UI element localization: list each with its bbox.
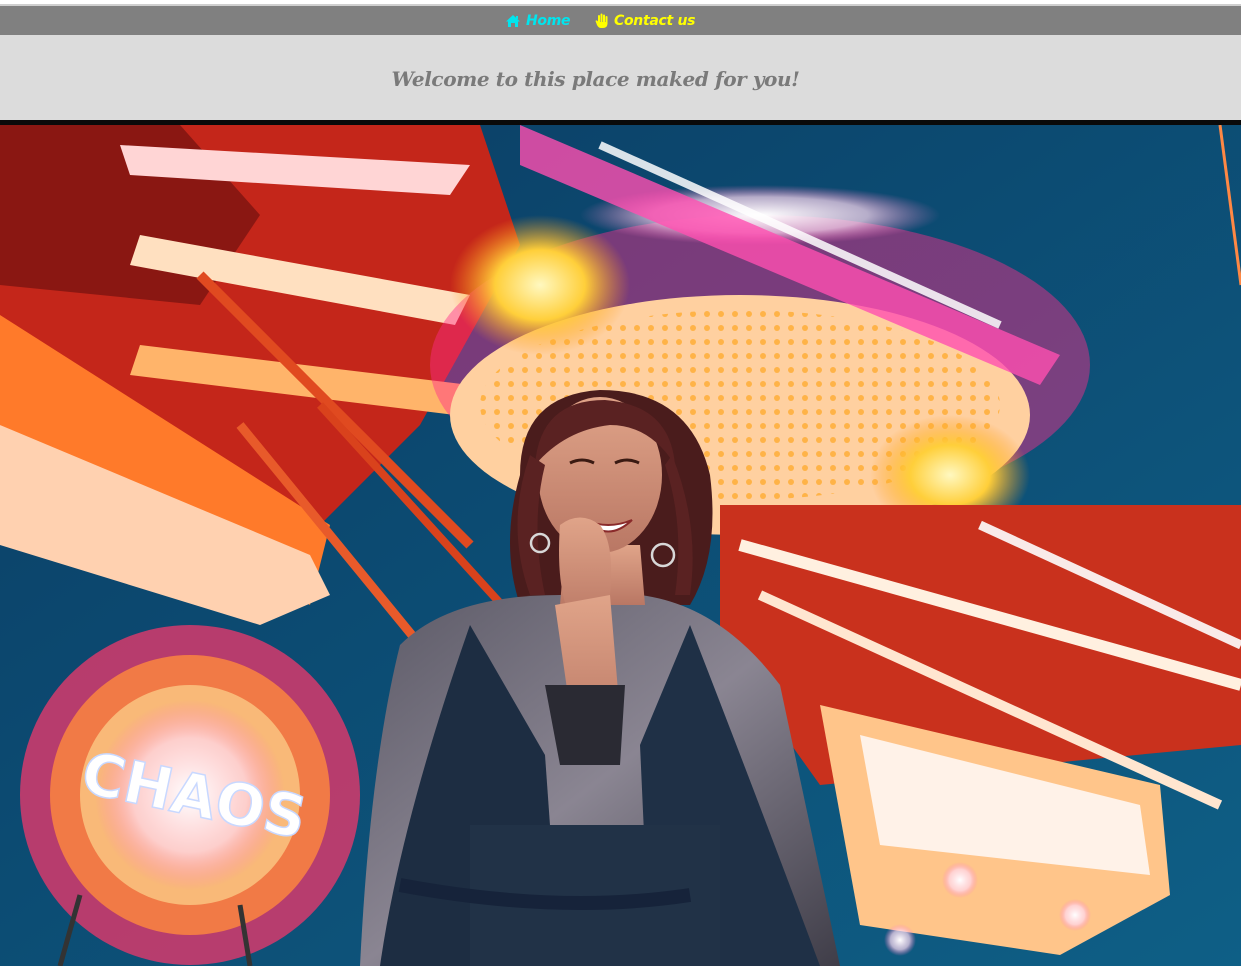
nav-contact-link[interactable]: Contact us [595, 6, 695, 35]
nav-home-label: Home [526, 12, 571, 29]
hand-icon [595, 13, 609, 29]
hero-image: CHAOS [0, 125, 1241, 966]
welcome-title: Welcome to this place maked for you! [391, 66, 800, 91]
nav-home-link[interactable]: Home [505, 6, 571, 35]
welcome-banner: Welcome to this place maked for you! [0, 35, 1241, 120]
chaos-sign: CHAOS [20, 625, 360, 966]
navbar: Home Contact us [0, 6, 1241, 35]
home-icon [505, 14, 521, 28]
nav-contact-label: Contact us [614, 12, 696, 29]
